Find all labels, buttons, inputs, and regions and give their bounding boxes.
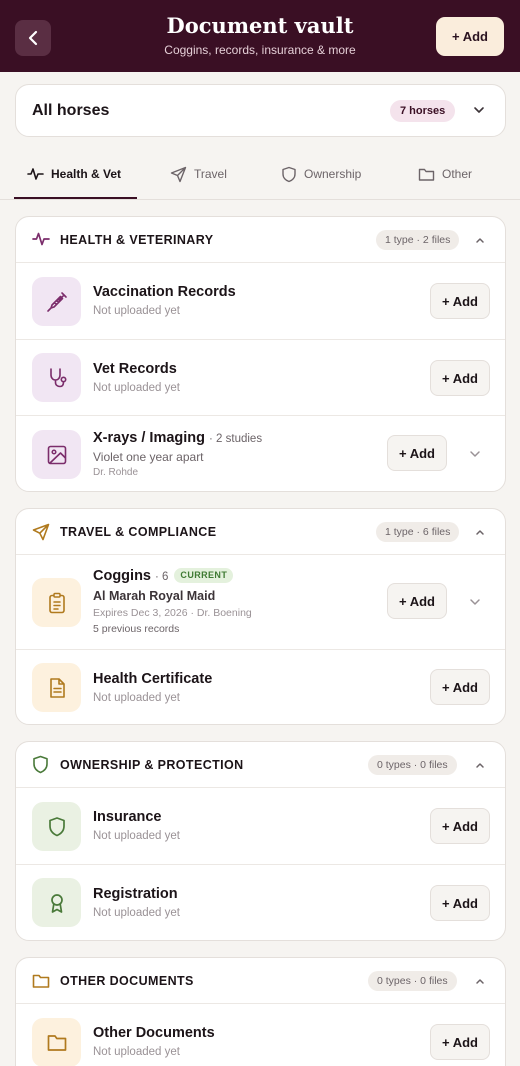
document-expiry: Expires Dec 3, 2026 · Dr. Boening bbox=[93, 607, 252, 619]
chevron-up-icon[interactable] bbox=[474, 975, 486, 987]
section-header[interactable]: TRAVEL & COMPLIANCE 1 type · 6 files bbox=[16, 509, 505, 555]
shield-icon bbox=[282, 166, 296, 182]
list-item[interactable]: Vet Records Not uploaded yet + Add bbox=[16, 340, 505, 416]
document-title: Other Documents bbox=[93, 1025, 215, 1041]
chevron-down-icon[interactable] bbox=[468, 595, 482, 609]
chevron-down-icon[interactable] bbox=[468, 447, 482, 461]
document-title: X-rays / Imaging · 2 studies bbox=[93, 430, 263, 446]
tab-travel[interactable]: Travel bbox=[170, 148, 227, 200]
list-item[interactable]: Health Certificate Not uploaded yet + Ad… bbox=[16, 650, 505, 725]
list-item[interactable]: Coggins · 6 CURRENT Al Marah Royal Maid Ex… bbox=[16, 555, 505, 650]
section-title: OTHER DOCUMENTS bbox=[60, 974, 194, 988]
document-title: Vet Records bbox=[93, 361, 177, 377]
section-title: OWNERSHIP & PROTECTION bbox=[60, 758, 244, 772]
section-travel-compliance: TRAVEL & COMPLIANCE 1 type · 6 files Cog… bbox=[15, 508, 506, 725]
pulse-icon bbox=[32, 232, 50, 246]
document-note: Violet one year apart bbox=[93, 450, 204, 464]
chevron-up-icon[interactable] bbox=[474, 526, 486, 538]
document-status: Not uploaded yet bbox=[93, 382, 180, 394]
section-count: 1 type · 2 files bbox=[376, 230, 460, 250]
tab-health-vet[interactable]: Health & Vet bbox=[27, 148, 121, 200]
document-icon bbox=[32, 663, 81, 712]
document-status: Not uploaded yet bbox=[93, 830, 180, 842]
add-document-button[interactable]: + Add bbox=[430, 360, 490, 396]
section-header[interactable]: OTHER DOCUMENTS 0 types · 0 files bbox=[16, 958, 505, 1004]
section-header[interactable]: OWNERSHIP & PROTECTION 0 types · 0 files bbox=[16, 742, 505, 788]
add-document-button[interactable]: + Add bbox=[430, 885, 490, 921]
tab-label: Ownership bbox=[304, 167, 362, 181]
chevron-up-icon[interactable] bbox=[474, 234, 486, 246]
section-ownership-protection: OWNERSHIP & PROTECTION 0 types · 0 files… bbox=[15, 741, 506, 941]
stethoscope-icon bbox=[32, 353, 81, 402]
section-title: HEALTH & VETERINARY bbox=[60, 233, 214, 247]
horse-selector-label: All horses bbox=[32, 102, 110, 119]
section-count: 0 types · 0 files bbox=[368, 755, 457, 775]
document-title: Registration bbox=[93, 886, 178, 902]
active-tab-indicator bbox=[14, 197, 137, 199]
add-document-button[interactable]: + Add bbox=[387, 583, 447, 619]
document-status: Not uploaded yet bbox=[93, 907, 180, 919]
section-count: 1 type · 6 files bbox=[376, 522, 460, 542]
section-title: TRAVEL & COMPLIANCE bbox=[60, 525, 217, 539]
list-item[interactable]: Registration Not uploaded yet + Add bbox=[16, 865, 505, 941]
chevron-down-icon bbox=[474, 107, 484, 113]
section-count: 0 types · 0 files bbox=[368, 971, 457, 991]
list-item[interactable]: X-rays / Imaging · 2 studies Violet one y… bbox=[16, 416, 505, 492]
status-badge: CURRENT bbox=[174, 568, 234, 583]
horse-selector[interactable]: All horses 7 horses bbox=[15, 84, 506, 137]
folder-icon bbox=[32, 1018, 81, 1066]
record-count: · 6 bbox=[155, 571, 169, 583]
header-add-button[interactable]: + Add bbox=[436, 17, 504, 56]
study-count: · 2 studies bbox=[209, 433, 263, 445]
clipboard-icon bbox=[32, 578, 81, 627]
horse-count-badge: 7 horses bbox=[390, 100, 456, 122]
document-vet: Dr. Rohde bbox=[93, 467, 139, 478]
tab-label: Travel bbox=[194, 167, 227, 181]
list-item[interactable]: Vaccination Records Not uploaded yet + A… bbox=[16, 263, 505, 340]
award-icon bbox=[32, 878, 81, 927]
list-item[interactable]: Insurance Not uploaded yet + Add bbox=[16, 788, 505, 865]
app-header: Document vault Coggins, records, insuran… bbox=[0, 0, 520, 72]
add-document-button[interactable]: + Add bbox=[430, 808, 490, 844]
section-health-veterinary: HEALTH & VETERINARY 1 type · 2 files Vac… bbox=[15, 216, 506, 492]
add-document-button[interactable]: + Add bbox=[430, 669, 490, 705]
category-tabs: Health & Vet Travel Ownership Other bbox=[0, 148, 520, 200]
horse-name: Al Marah Royal Maid bbox=[93, 589, 216, 603]
shield-icon bbox=[33, 755, 48, 774]
chevron-up-icon[interactable] bbox=[474, 759, 486, 771]
document-title: Insurance bbox=[93, 809, 162, 825]
document-title: Health Certificate bbox=[93, 671, 213, 687]
document-status: Not uploaded yet bbox=[93, 1046, 180, 1058]
previous-records-link[interactable]: 5 previous records bbox=[93, 623, 179, 635]
document-status: Not uploaded yet bbox=[93, 692, 180, 704]
add-document-button[interactable]: + Add bbox=[430, 1024, 490, 1060]
send-icon bbox=[170, 166, 187, 182]
folder-icon bbox=[32, 974, 50, 988]
add-document-button[interactable]: + Add bbox=[387, 435, 447, 471]
tab-label: Health & Vet bbox=[51, 167, 122, 181]
image-icon bbox=[32, 430, 81, 479]
add-document-button[interactable]: + Add bbox=[430, 283, 490, 319]
shield-icon bbox=[32, 802, 81, 851]
document-title: Vaccination Records bbox=[93, 284, 236, 300]
section-other-documents: OTHER DOCUMENTS 0 types · 0 files Other … bbox=[15, 957, 506, 1066]
send-icon bbox=[32, 523, 50, 541]
tab-ownership[interactable]: Ownership bbox=[281, 148, 361, 200]
pulse-icon bbox=[27, 168, 44, 180]
syringe-icon bbox=[32, 277, 81, 326]
folder-icon bbox=[418, 168, 435, 181]
document-title: Coggins · 6 CURRENT bbox=[93, 568, 234, 584]
list-item[interactable]: Other Documents Not uploaded yet + Add bbox=[16, 1004, 505, 1066]
tab-label: Other bbox=[442, 167, 473, 181]
section-header[interactable]: HEALTH & VETERINARY 1 type · 2 files bbox=[16, 217, 505, 263]
tab-other[interactable]: Other bbox=[418, 148, 472, 200]
document-status: Not uploaded yet bbox=[93, 305, 180, 317]
